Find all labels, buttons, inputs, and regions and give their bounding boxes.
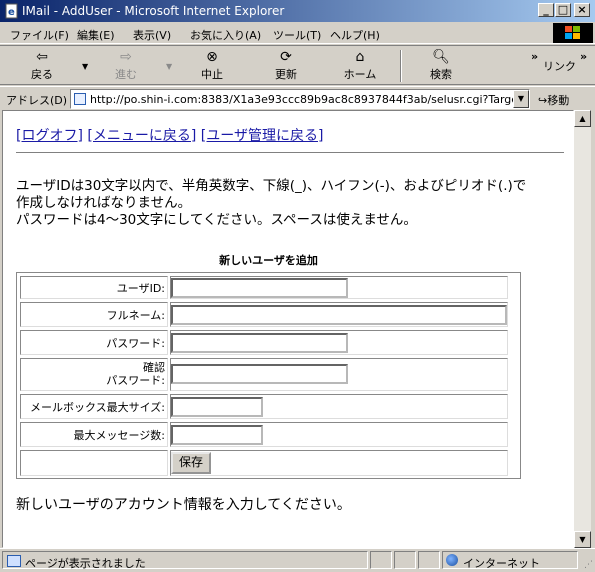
- menu-file[interactable]: ファイル(F): [10, 27, 69, 43]
- address-bar: アドレス(D) http://po.shin-i.com:8383/X1a3e9…: [0, 86, 595, 110]
- max-messages-cell: [170, 422, 508, 447]
- stop-icon: ⊗: [206, 49, 218, 65]
- zone-text: インターネット: [463, 557, 540, 570]
- stop-button[interactable]: ⊗ 中止: [184, 48, 240, 84]
- user-id-label: ユーザID:: [20, 276, 168, 299]
- back-arrow-icon: ⇦: [36, 49, 48, 65]
- full-name-input[interactable]: [171, 305, 507, 325]
- add-user-form: ユーザID: フルネーム: パスワード: 確認 パスワード: メールボックス最大…: [16, 272, 521, 479]
- security-zone-pane: インターネット: [442, 551, 578, 570]
- search-icon: 🔍︎: [432, 49, 450, 65]
- standard-toolbar: ⇦ 戻る ▼ ⇨ 進む ▼ ⊗ 中止 ⟳ 更新 ⌂ ホーム 🔍︎ 検索 » リン…: [0, 45, 595, 85]
- go-button[interactable]: ↪移動: [538, 92, 569, 108]
- maximize-button[interactable]: □: [555, 3, 571, 17]
- confirm-password-label: 確認 パスワード:: [20, 358, 168, 391]
- address-input[interactable]: http://po.shin-i.com:8383/X1a3e93ccc89b9…: [70, 89, 530, 109]
- instruction-line-3: パスワードは4〜30文字にしてください。スペースは使えません。: [16, 212, 417, 228]
- logoff-link[interactable]: [ログオフ]: [16, 128, 83, 144]
- instruction-line-1: ユーザIDは30文字以内で、半角英数字、下線(_)、ハイフン(-)、およびピリオ…: [16, 178, 527, 194]
- close-button[interactable]: ×: [574, 3, 590, 17]
- go-arrow-icon: ↪: [538, 94, 548, 107]
- menu-tools[interactable]: ツール(T): [273, 27, 321, 43]
- instruction-line-2: 作成しなければなりません。: [16, 195, 192, 211]
- status-pane-2: [394, 551, 416, 569]
- address-url: http://po.shin-i.com:8383/X1a3e93ccc89b9…: [90, 93, 530, 106]
- instructions: ユーザIDは30文字以内で、半角英数字、下線(_)、ハイフン(-)、およびピリオ…: [16, 178, 571, 229]
- title-bar: e IMail - AddUser - Microsoft Internet E…: [0, 0, 595, 22]
- max-messages-input[interactable]: [171, 425, 263, 445]
- scroll-up-icon[interactable]: ▲: [574, 110, 591, 127]
- menu-help[interactable]: ヘルプ(H): [330, 27, 380, 43]
- user-id-input[interactable]: [171, 278, 348, 298]
- menu-edit[interactable]: 編集(E): [77, 27, 115, 43]
- footer-message: 新しいユーザのアカウント情報を入力してください。: [16, 497, 351, 513]
- nav-links: [ログオフ] [メニューに戻る] [ユーザ管理に戻る]: [16, 125, 323, 145]
- page-icon: [74, 93, 86, 105]
- forward-arrow-icon: ⇨: [120, 49, 132, 65]
- password-cell: [170, 330, 508, 355]
- window-title: IMail - AddUser - Microsoft Internet Exp…: [22, 4, 285, 18]
- confirm-label-line-1: 確認: [143, 361, 165, 374]
- menu-favorites[interactable]: お気に入り(A): [190, 27, 261, 43]
- home-button[interactable]: ⌂ ホーム: [332, 48, 388, 84]
- password-input[interactable]: [171, 333, 348, 353]
- menu-bar: ファイル(F) 編集(E) 表示(V) お気に入り(A) ツール(T) ヘルプ(…: [0, 22, 595, 44]
- back-dropdown-icon[interactable]: ▼: [82, 62, 88, 71]
- status-text-pane: ページが表示されました: [2, 551, 368, 570]
- resize-grip-icon[interactable]: ⋰: [584, 560, 593, 570]
- toolbar-separator: [400, 50, 402, 82]
- forward-button[interactable]: ⇨ 進む: [98, 48, 154, 84]
- password-label: パスワード:: [20, 330, 168, 355]
- back-to-menu-link[interactable]: [メニューに戻る]: [87, 128, 196, 144]
- status-bar: ページが表示されました インターネット ⋰: [0, 548, 595, 572]
- confirm-password-cell: [170, 358, 508, 391]
- page-done-icon: [7, 555, 21, 567]
- internet-globe-icon: [446, 554, 458, 566]
- refresh-button[interactable]: ⟳ 更新: [258, 48, 314, 84]
- forward-dropdown-icon[interactable]: ▼: [166, 62, 172, 71]
- links-button[interactable]: リンク: [543, 58, 576, 74]
- mailbox-max-size-cell: [170, 394, 508, 419]
- confirm-password-input[interactable]: [171, 364, 348, 384]
- divider: [16, 152, 564, 154]
- confirm-label-line-2: パスワード:: [106, 374, 165, 387]
- page-content: [ログオフ] [メニューに戻る] [ユーザ管理に戻る] ユーザIDは30文字以内…: [2, 110, 574, 548]
- refresh-icon: ⟳: [280, 49, 292, 65]
- minimize-button[interactable]: _: [538, 3, 554, 17]
- address-label: アドレス(D): [6, 94, 68, 107]
- save-cell: 保存: [170, 450, 508, 476]
- mailbox-max-size-input[interactable]: [171, 397, 263, 417]
- menu-view[interactable]: 表示(V): [133, 27, 171, 43]
- mailbox-max-size-label: メールボックス最大サイズ:: [20, 394, 168, 419]
- save-row-spacer: [20, 450, 168, 476]
- form-title: 新しいユーザを追加: [219, 254, 318, 267]
- status-pane-3: [418, 551, 440, 569]
- full-name-label: フルネーム:: [20, 302, 168, 327]
- home-icon: ⌂: [355, 49, 365, 65]
- address-dropdown-icon[interactable]: ▼: [513, 90, 529, 108]
- windows-logo-icon: [553, 23, 593, 43]
- full-name-cell: [170, 302, 508, 327]
- back-to-user-admin-link[interactable]: [ユーザ管理に戻る]: [201, 128, 324, 144]
- save-button[interactable]: 保存: [171, 452, 211, 474]
- user-id-cell: [170, 276, 508, 299]
- scroll-down-icon[interactable]: ▼: [574, 531, 591, 548]
- search-button[interactable]: 🔍︎ 検索: [413, 48, 469, 84]
- svg-text:e: e: [8, 7, 15, 18]
- status-text: ページが表示されました: [25, 557, 146, 570]
- status-pane-1: [370, 551, 392, 569]
- max-messages-label: 最大メッセージ数:: [20, 422, 168, 447]
- toolbar-more-chevron-icon[interactable]: »: [531, 50, 538, 63]
- back-button[interactable]: ⇦ 戻る: [14, 48, 70, 84]
- links-more-chevron-icon[interactable]: »: [580, 50, 587, 63]
- vertical-scrollbar[interactable]: ▲ ▼: [574, 110, 591, 548]
- ie-page-icon: e: [4, 3, 20, 19]
